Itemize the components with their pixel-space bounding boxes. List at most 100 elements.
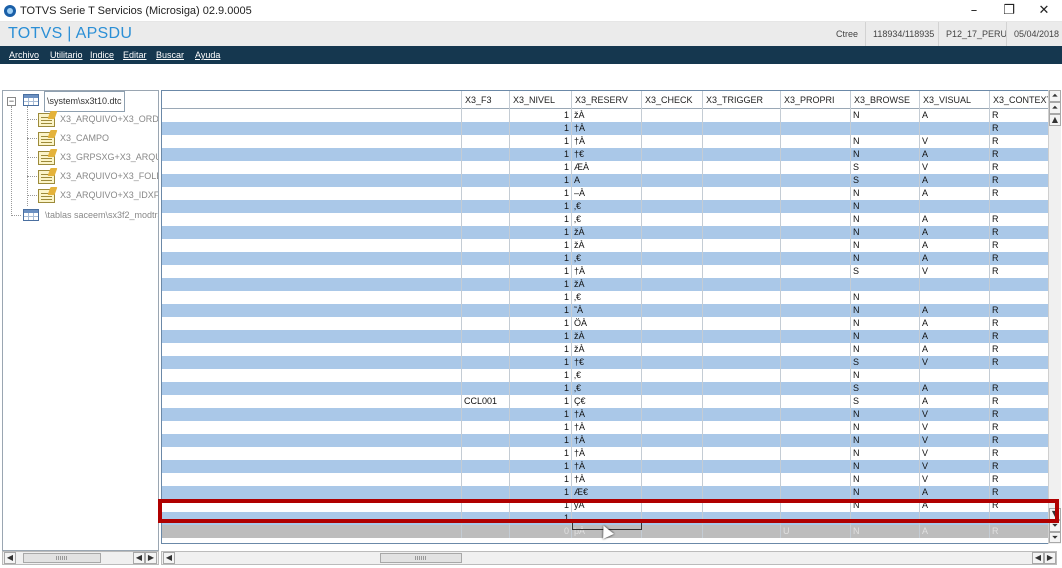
table-cell[interactable]: [462, 304, 510, 317]
table-cell[interactable]: [781, 330, 851, 343]
scroll-thumb[interactable]: [380, 553, 462, 563]
table-row[interactable]: 1 †À N V R: [162, 473, 1048, 486]
table-cell[interactable]: [703, 252, 781, 265]
table-cell[interactable]: R: [990, 148, 1048, 161]
table-cell[interactable]: [781, 343, 851, 356]
table-cell[interactable]: [703, 343, 781, 356]
table-cell[interactable]: [642, 135, 703, 148]
table-cell[interactable]: A: [920, 213, 990, 226]
table-row[interactable]: 1 ‚€ N A R: [162, 252, 1048, 265]
table-cell[interactable]: R: [990, 239, 1048, 252]
table-cell[interactable]: [642, 317, 703, 330]
table-cell[interactable]: [162, 421, 462, 434]
table-cell[interactable]: [703, 421, 781, 434]
table-cell[interactable]: A: [920, 317, 990, 330]
table-row[interactable]: CCL001 1 Ç€ S A R: [162, 395, 1048, 408]
table-cell[interactable]: [781, 317, 851, 330]
table-cell[interactable]: žÀ: [572, 239, 642, 252]
table-cell[interactable]: R: [990, 408, 1048, 421]
table-cell[interactable]: †À: [572, 421, 642, 434]
table-cell[interactable]: 1: [510, 265, 572, 278]
table-cell[interactable]: [781, 356, 851, 369]
table-cell[interactable]: [781, 460, 851, 473]
table-cell[interactable]: [781, 408, 851, 421]
table-cell[interactable]: [703, 135, 781, 148]
table-cell[interactable]: R: [990, 382, 1048, 395]
table-cell[interactable]: A: [920, 382, 990, 395]
table-cell[interactable]: [703, 499, 781, 512]
table-cell[interactable]: [162, 174, 462, 187]
table-cell[interactable]: S: [851, 382, 920, 395]
table-row[interactable]: 1 žÀ N A R: [162, 109, 1048, 122]
scroll-top-icon[interactable]: ⏶: [1049, 90, 1061, 102]
table-cell[interactable]: [462, 369, 510, 382]
table-cell[interactable]: 1: [510, 343, 572, 356]
table-cell[interactable]: [781, 265, 851, 278]
table-row[interactable]: 1ASAR: [162, 174, 1048, 187]
table-cell[interactable]: V: [920, 161, 990, 174]
table-cell[interactable]: [642, 226, 703, 239]
scroll-up-icon[interactable]: ▲: [1049, 114, 1061, 126]
table-cell[interactable]: N: [851, 291, 920, 304]
table-cell[interactable]: [642, 486, 703, 499]
table-row[interactable]: 1 ÆÀ S V R: [162, 161, 1048, 174]
table-cell[interactable]: [781, 291, 851, 304]
table-cell[interactable]: 1: [510, 226, 572, 239]
table-cell[interactable]: 1: [510, 187, 572, 200]
table-cell[interactable]: ‚€: [572, 213, 642, 226]
table-cell[interactable]: [162, 460, 462, 473]
table-cell[interactable]: A: [920, 252, 990, 265]
table-row[interactable]: 1 †€ N A R: [162, 148, 1048, 161]
table-cell[interactable]: [920, 278, 990, 291]
table-cell[interactable]: †€: [572, 356, 642, 369]
table-cell[interactable]: R: [990, 473, 1048, 486]
table-cell[interactable]: †À: [572, 122, 642, 135]
table-cell[interactable]: [462, 122, 510, 135]
table-cell[interactable]: [642, 252, 703, 265]
table-cell[interactable]: [703, 317, 781, 330]
table-cell[interactable]: ‚€: [572, 369, 642, 382]
table-cell[interactable]: V: [920, 265, 990, 278]
table-cell[interactable]: V: [920, 356, 990, 369]
table-cell[interactable]: [920, 369, 990, 382]
table-cell[interactable]: V: [920, 447, 990, 460]
table-cell[interactable]: A: [920, 174, 990, 187]
table-cell[interactable]: S: [851, 356, 920, 369]
table-cell[interactable]: [462, 356, 510, 369]
table-cell[interactable]: [162, 447, 462, 460]
table-cell[interactable]: [781, 304, 851, 317]
table-cell[interactable]: [781, 187, 851, 200]
table-cell[interactable]: 1: [510, 317, 572, 330]
table-cell[interactable]: [642, 109, 703, 122]
table-cell[interactable]: †À: [572, 265, 642, 278]
scroll-page-up-icon[interactable]: ⏶: [1049, 102, 1061, 114]
table-cell[interactable]: [162, 486, 462, 499]
table-cell[interactable]: [703, 382, 781, 395]
column-header[interactable]: X3_VISUAL: [920, 91, 990, 109]
table-cell[interactable]: [642, 499, 703, 512]
table-cell[interactable]: [642, 382, 703, 395]
table-cell[interactable]: žÀ: [572, 278, 642, 291]
table-cell[interactable]: 1: [510, 486, 572, 499]
menu-indice[interactable]: Indice: [90, 50, 114, 60]
table-cell[interactable]: [642, 187, 703, 200]
table-cell[interactable]: †À: [572, 473, 642, 486]
table-cell[interactable]: [703, 525, 781, 538]
table-cell[interactable]: [920, 200, 990, 213]
table-cell[interactable]: N: [851, 343, 920, 356]
table-cell[interactable]: [162, 122, 462, 135]
table-cell[interactable]: A: [920, 395, 990, 408]
table-cell[interactable]: 1: [510, 421, 572, 434]
table-row[interactable]: 1 †À N V R: [162, 421, 1048, 434]
table-cell[interactable]: V: [920, 434, 990, 447]
table-cell[interactable]: [162, 213, 462, 226]
tree-item-index[interactable]: X3_ARQUIVO+X3_ORDEM: [3, 110, 158, 129]
table-cell[interactable]: [781, 447, 851, 460]
table-cell[interactable]: [642, 265, 703, 278]
table-cell[interactable]: N: [851, 525, 920, 538]
scroll-page-down-icon[interactable]: ⏷: [1049, 520, 1061, 532]
table-cell[interactable]: [781, 382, 851, 395]
table-cell[interactable]: [781, 213, 851, 226]
table-cell[interactable]: [642, 239, 703, 252]
table-cell[interactable]: [462, 226, 510, 239]
